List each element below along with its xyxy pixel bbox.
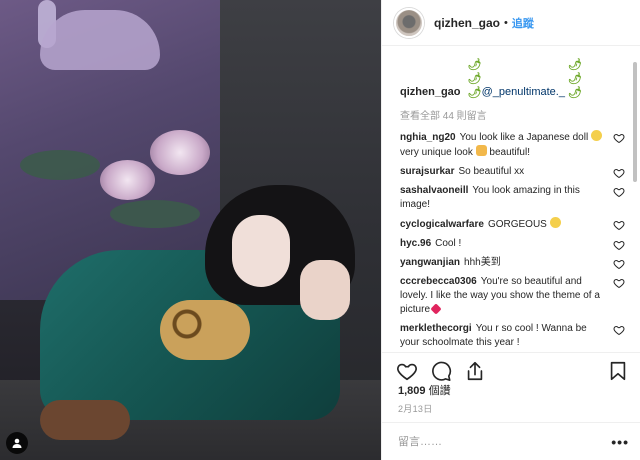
likes-number: 1,809 [398, 385, 426, 397]
heart-outline-icon[interactable] [613, 324, 625, 336]
comment-text: hhh美到 [464, 257, 501, 268]
comment-username[interactable]: cyclogicalwarfare [400, 219, 484, 230]
comment-text: very unique look [400, 147, 476, 158]
caption-emojis: 🌶🌶🌶 [568, 59, 582, 99]
thumbs-up-emoji-icon [475, 145, 487, 156]
heart-outline-icon[interactable] [613, 258, 625, 270]
comment-username[interactable]: sashalvaoneill [400, 185, 468, 196]
photo-lily-pad [20, 150, 100, 180]
post-photo[interactable] [0, 0, 381, 460]
share-icon[interactable] [464, 360, 486, 382]
comment-text: Cool ! [435, 238, 462, 249]
comment-text: You look like a Japanese doll [459, 132, 591, 143]
caption-mention[interactable]: @_penultimate._ [482, 86, 565, 98]
follow-button[interactable]: 追蹤 [512, 15, 534, 31]
header-separator: • [504, 16, 508, 29]
comment-username[interactable]: merklethecorgi [400, 323, 472, 334]
view-all-comments-link[interactable]: 查看全部 44 則留言 [400, 107, 625, 122]
post-actions [382, 352, 640, 382]
comment-item: nghia_ng20 You look like a Japanese doll … [400, 130, 625, 160]
photo-lily-flower [100, 160, 155, 200]
comment-username[interactable]: surajsurkar [400, 166, 454, 177]
comment-username[interactable]: hyc.96 [400, 238, 431, 249]
comment-username[interactable]: nghia_ng20 [400, 132, 456, 143]
likes-label: 個讚 [428, 385, 451, 397]
caption-username[interactable]: qizhen_gao [400, 86, 461, 98]
header-username[interactable]: qizhen_gao [434, 16, 500, 30]
smile-emoji-icon [549, 217, 561, 228]
comment-item: yangwanjian hhh美到 [400, 256, 625, 270]
post-caption: qizhen_gao 🌶🌶🌶 @_penultimate._ 🌶🌶🌶 [400, 58, 625, 99]
post-side-panel: qizhen_gao • 追蹤 qizhen_gao 🌶🌶🌶 @_penulti… [381, 0, 640, 460]
red-heart-emoji-icon [430, 303, 442, 315]
photo-swan [40, 10, 160, 70]
heart-outline-icon[interactable] [613, 167, 625, 179]
more-options-icon[interactable]: ••• [611, 434, 629, 450]
photo-fur-cuff [40, 400, 130, 440]
comments-scrollbar[interactable] [633, 62, 637, 182]
post-header: qizhen_gao • 追蹤 [382, 0, 640, 46]
heart-outline-icon[interactable] [613, 239, 625, 251]
photo-leopard-pattern [160, 300, 250, 360]
avatar[interactable] [394, 7, 424, 38]
bookmark-icon[interactable] [607, 360, 629, 382]
comment-item: cccrebecca0306 You're so beautiful and lo… [400, 275, 625, 317]
person-tag-icon[interactable] [6, 432, 28, 454]
heart-outline-icon[interactable] [396, 360, 418, 382]
comment-text: GORGEOUS [487, 219, 550, 230]
heart-outline-icon[interactable] [613, 186, 625, 198]
photo-face [232, 215, 290, 287]
comment-item: merklethecorgi You r so cool ! Wanna be y… [400, 322, 625, 350]
comment-text: So beautiful xx [458, 166, 525, 177]
comment-username[interactable]: cccrebecca0306 [400, 276, 477, 287]
heart-outline-icon[interactable] [613, 132, 625, 144]
comment-item: surajsurkar So beautiful xx [400, 165, 625, 179]
heart-outline-icon[interactable] [613, 219, 625, 231]
photo-lily-pad [110, 200, 200, 228]
comment-username[interactable]: yangwanjian [400, 257, 460, 268]
comment-bubble-icon[interactable] [430, 360, 452, 382]
comment-input[interactable] [398, 435, 612, 448]
likes-count[interactable]: 1,809 個讚 [398, 382, 451, 398]
post-date[interactable]: 2月13日 [398, 402, 433, 415]
comment-item: sashalvaoneill You look amazing in this i… [400, 184, 625, 212]
smile-emoji-icon [590, 130, 602, 141]
comment-text: beautiful! [486, 147, 530, 158]
comments-list[interactable]: qizhen_gao 🌶🌶🌶 @_penultimate._ 🌶🌶🌶 查看全部 … [382, 58, 640, 350]
add-comment-bar: ••• [382, 422, 640, 460]
comment-item: hyc.96 Cool ! [400, 237, 625, 251]
caption-emojis: 🌶🌶🌶 [467, 59, 482, 99]
photo-lily-flower [150, 130, 210, 175]
heart-outline-icon[interactable] [613, 277, 625, 289]
photo-hand [300, 260, 350, 320]
comment-item: cyclogicalwarfare GORGEOUS [400, 217, 625, 232]
